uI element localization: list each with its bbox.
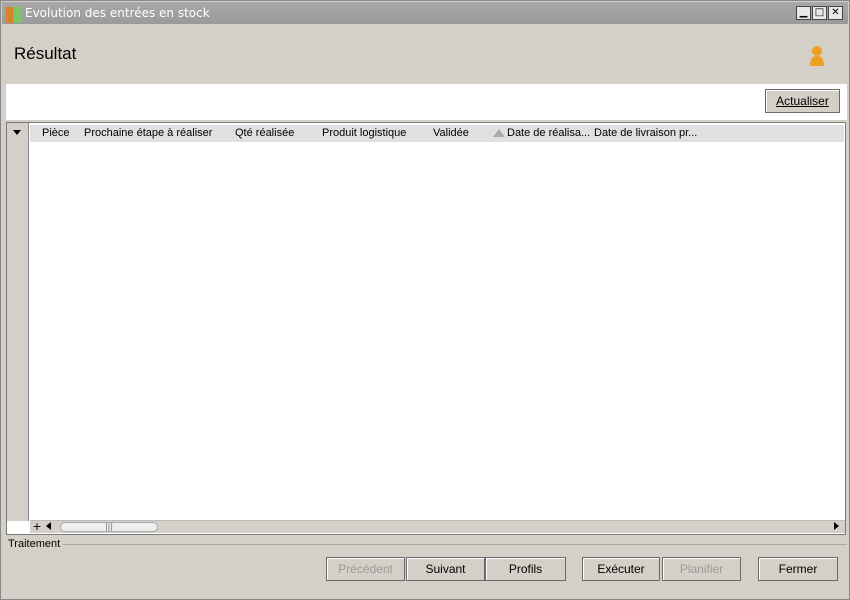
close-button[interactable]: Fermer (758, 557, 838, 581)
scrollbar-thumb[interactable]: ||| (60, 522, 158, 532)
toolbar: Actualiser (6, 84, 847, 120)
column-chooser-icon[interactable] (13, 130, 21, 135)
horizontal-scrollbar[interactable]: + ||| (30, 520, 845, 533)
sort-ascending-icon (493, 129, 505, 137)
maximize-icon: □ (814, 7, 825, 18)
next-button[interactable]: Suivant (406, 557, 485, 581)
minimize-icon: ▁ (799, 7, 808, 18)
app-icon (6, 7, 22, 23)
column-header-next-step[interactable]: Prochaine étape à réaliser (84, 127, 212, 139)
scroll-left-icon[interactable] (46, 522, 51, 530)
page-title: Résultat (14, 44, 77, 63)
schedule-button[interactable]: Planifier (662, 557, 741, 581)
column-header-qty-done[interactable]: Qté réalisée (235, 127, 294, 139)
column-header-logistic-product[interactable]: Produit logistique (322, 127, 406, 139)
section-divider (63, 544, 847, 545)
expand-icon[interactable]: + (30, 521, 44, 533)
user-icon[interactable] (807, 44, 827, 68)
close-window-button[interactable]: ✕ (828, 6, 843, 20)
main-window: Evolution des entrées en stock ▁ □ ✕ Rés… (0, 0, 850, 600)
title-bar[interactable]: Evolution des entrées en stock ▁ □ ✕ (2, 2, 848, 24)
column-header-validated[interactable]: Validée (433, 127, 469, 139)
maximize-button[interactable]: □ (812, 6, 827, 20)
column-header-delivery-date[interactable]: Date de livraison pr... (594, 127, 697, 139)
grid-header: Pièce Prochaine étape à réaliser Qté réa… (30, 125, 844, 142)
column-header-completion-date[interactable]: Date de réalisa... (507, 127, 590, 139)
grid-row-header (7, 123, 29, 521)
results-grid[interactable]: Pièce Prochaine étape à réaliser Qté réa… (6, 122, 846, 535)
close-icon: ✕ (831, 7, 840, 18)
previous-button[interactable]: Précédent (326, 557, 405, 581)
execute-button[interactable]: Exécuter (582, 557, 660, 581)
processing-section-label: Traitement (8, 538, 61, 550)
refresh-button[interactable]: Actualiser (765, 89, 840, 113)
column-header-piece[interactable]: Pièce (42, 127, 70, 139)
scroll-right-icon[interactable] (834, 522, 839, 530)
scrollbar-grip-icon: ||| (104, 522, 114, 531)
minimize-button[interactable]: ▁ (796, 6, 811, 20)
window-title: Evolution des entrées en stock (25, 6, 210, 20)
profiles-button[interactable]: Profils (485, 557, 566, 581)
page-header: Résultat (2, 24, 848, 84)
